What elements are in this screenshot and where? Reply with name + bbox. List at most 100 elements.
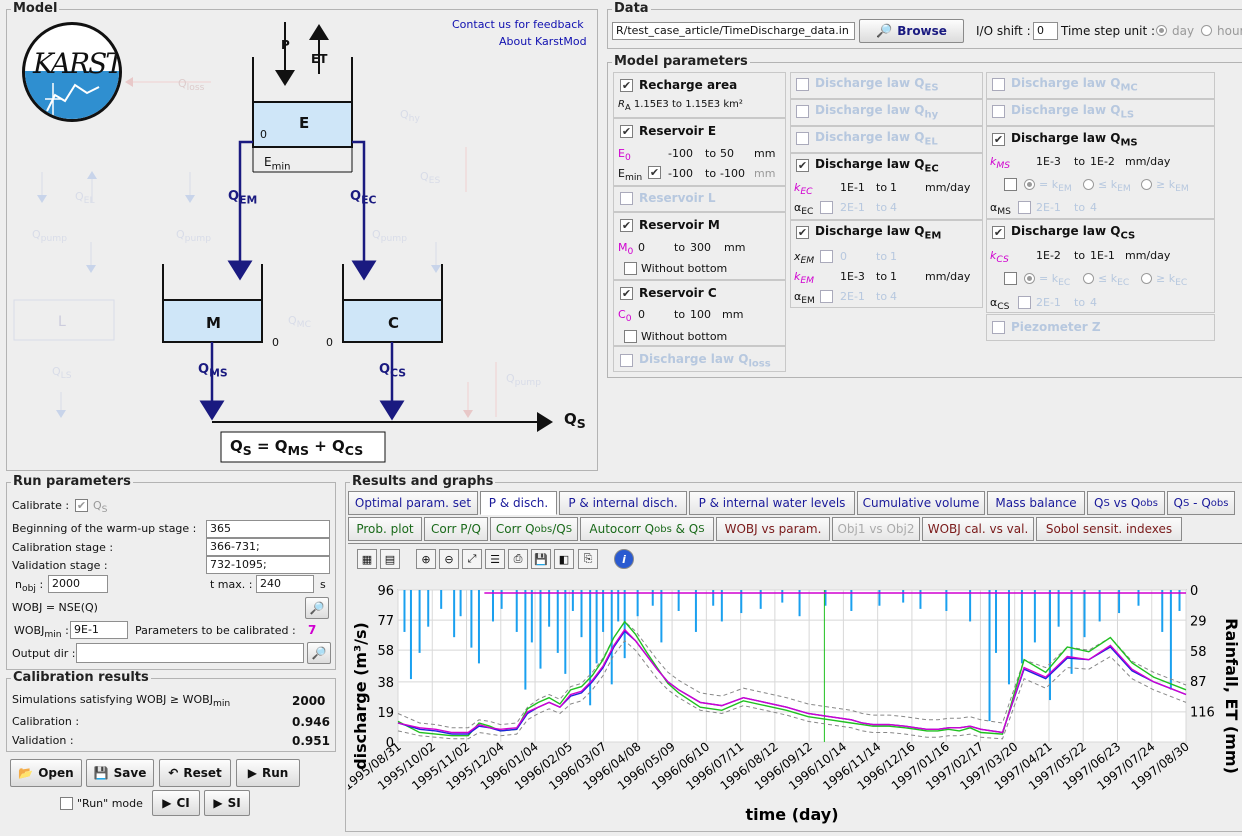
kec-max[interactable]: 1 [890,181,897,194]
run-button[interactable]: ▶ Run [236,759,300,787]
save-button[interactable]: 💾 Save [86,759,154,787]
validation-stage-field[interactable]: 732-1095; [206,556,330,574]
kcs-max[interactable]: 1E-1 [1090,249,1115,262]
emin-max[interactable]: -100 [720,167,745,180]
save-graph-icon[interactable]: ▦ [357,549,377,569]
tab-cumulative-volume[interactable]: Cumulative volume [857,491,985,515]
wobj-select-button[interactable]: 🔎 [305,597,329,619]
info-icon[interactable]: i [614,549,634,569]
reservoir-m-checkbox[interactable]: ✔ [620,219,633,232]
aem-min[interactable]: 2E-1 [840,290,865,303]
tab-obj1-vs-obj2[interactable]: Obj1 vs Obj2 [832,517,920,541]
aec-max[interactable]: 4 [890,201,897,214]
kec-min[interactable]: 1E-1 [840,181,865,194]
output-dir-button[interactable]: 🔎 [307,642,331,664]
e0-min[interactable]: -100 [668,147,693,160]
zoom-in-icon[interactable]: ⊕ [416,549,436,569]
reset-button[interactable]: ↶ Reset [159,759,231,787]
output-dir-field[interactable] [76,643,304,663]
xem-max[interactable]: 1 [890,250,897,263]
kms-ge-radio[interactable] [1141,179,1152,190]
copy-icon[interactable]: ⎘ [578,549,598,569]
m0-min[interactable]: 0 [638,241,645,254]
tab-wobj-cal-vs-val[interactable]: WOBJ cal. vs val. [922,517,1034,541]
acs-checkbox[interactable] [1018,296,1031,309]
kcs-eq-radio[interactable] [1024,273,1035,284]
kcs-le-radio[interactable] [1083,273,1094,284]
xem-checkbox[interactable] [820,250,833,263]
si-button[interactable]: ▶ SI [204,790,250,816]
tab-wobj-vs-param[interactable]: WOBJ vs param. [716,517,830,541]
tab-autocorr[interactable]: Autocorr Qobs & QS [580,517,714,541]
m-without-bottom-checkbox[interactable] [624,262,637,275]
tab-qs-minus-qobs[interactable]: QS - Qobs [1167,491,1235,515]
tab-optimal-param-set[interactable]: Optimal param. set [348,491,478,515]
q-cs-checkbox[interactable]: ✔ [992,226,1005,239]
aem-max[interactable]: 4 [890,290,897,303]
piezometer-checkbox[interactable] [992,321,1005,334]
time-step-hour-radio[interactable] [1201,25,1212,36]
warmup-field[interactable]: 365 [206,520,330,538]
properties-icon[interactable]: ☰ [485,549,505,569]
export-icon[interactable]: 💾 [531,549,551,569]
kms-max[interactable]: 1E-2 [1090,155,1115,168]
fit-icon[interactable]: ⤢ [462,549,482,569]
q-es-checkbox[interactable] [796,78,809,91]
time-step-day-radio[interactable] [1156,25,1167,36]
kms-le-radio[interactable] [1083,179,1094,190]
calibration-stage-field[interactable]: 366-731; [206,538,330,556]
tab-mass-balance[interactable]: Mass balance [987,491,1085,515]
tab-sobol-indexes[interactable]: Sobol sensit. indexes [1036,517,1182,541]
c-without-bottom-checkbox[interactable] [624,330,637,343]
aem-checkbox[interactable] [820,290,833,303]
q-ls-checkbox[interactable] [992,105,1005,118]
reservoir-l-checkbox[interactable] [620,192,633,205]
q-mc-checkbox[interactable] [992,78,1005,91]
q-hy-checkbox[interactable] [796,105,809,118]
q-ec-checkbox[interactable]: ✔ [796,159,809,172]
ci-button[interactable]: ▶ CI [152,790,200,816]
tab-corr-qobs-qs[interactable]: Corr Qobs/Q S [490,517,578,541]
emin-checkbox[interactable]: ✔ [648,166,661,179]
print-icon[interactable]: ⎙ [508,549,528,569]
aec-min[interactable]: 2E-1 [840,201,865,214]
c0-max[interactable]: 100 [690,308,711,321]
acs-max[interactable]: 4 [1090,296,1097,309]
color-icon[interactable]: ◧ [554,549,574,569]
kms-min[interactable]: 1E-3 [1036,155,1061,168]
tab-corr-pq[interactable]: Corr P/Q [424,517,488,541]
kem-max[interactable]: 1 [890,270,897,283]
table-icon[interactable]: ▤ [380,549,400,569]
ams-max[interactable]: 4 [1090,201,1097,214]
xem-min[interactable]: 0 [840,250,847,263]
q-em-checkbox[interactable]: ✔ [796,226,809,239]
q-el-checkbox[interactable] [796,132,809,145]
browse-button[interactable]: 🔎 Browse [859,19,964,43]
nobj-field[interactable]: 2000 [48,575,108,593]
tab-p-internal-water-levels[interactable]: P & internal water levels [689,491,855,515]
zoom-out-icon[interactable]: ⊖ [439,549,459,569]
aec-checkbox[interactable] [820,201,833,214]
tmax-field[interactable]: 240 [256,575,314,593]
calibrate-qs-checkbox[interactable]: ✔ [75,499,88,512]
run-mode-checkbox[interactable] [60,797,73,810]
ams-min[interactable]: 2E-1 [1036,201,1061,214]
kem-min[interactable]: 1E-3 [840,270,865,283]
ams-checkbox[interactable] [1018,201,1031,214]
c0-min[interactable]: 0 [638,308,645,321]
recharge-area-checkbox[interactable]: ✔ [620,79,633,92]
open-button[interactable]: 📂 Open [10,759,82,787]
data-file-field[interactable]: R/test_case_article/TimeDischarge_data.i… [612,22,855,40]
acs-min[interactable]: 2E-1 [1036,296,1061,309]
tab-qs-vs-qobs[interactable]: QS vs Qobs [1087,491,1165,515]
reservoir-e-checkbox[interactable]: ✔ [620,125,633,138]
reservoir-c-checkbox[interactable]: ✔ [620,287,633,300]
kcs-ge-radio[interactable] [1141,273,1152,284]
io-shift-field[interactable]: 0 [1033,22,1058,40]
kcs-link-checkbox[interactable] [1004,272,1017,285]
tab-prob-plot[interactable]: Prob. plot [348,517,422,541]
m0-max[interactable]: 300 [690,241,711,254]
kms-eq-radio[interactable] [1024,179,1035,190]
q-ms-checkbox[interactable]: ✔ [992,133,1005,146]
q-loss-checkbox[interactable] [620,354,633,367]
